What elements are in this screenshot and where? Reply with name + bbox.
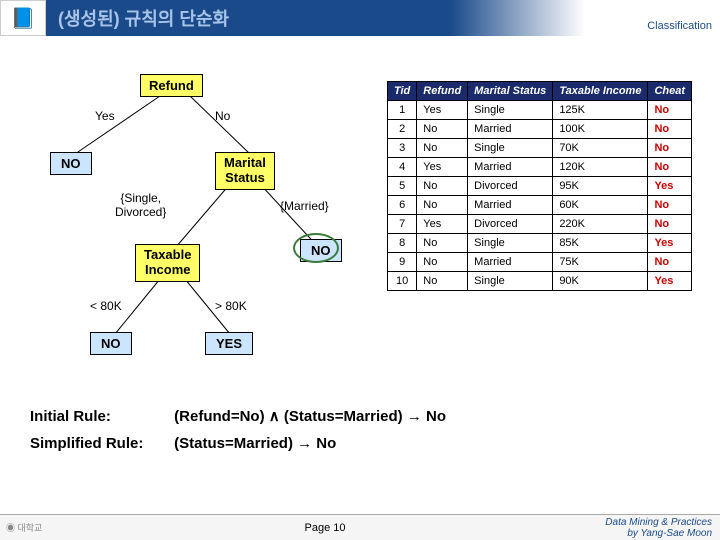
table-row: 1YesSingle125KNo bbox=[387, 101, 691, 120]
table-cell: Yes bbox=[417, 215, 468, 234]
table-cell: No bbox=[417, 139, 468, 158]
table-cell: 2 bbox=[387, 120, 416, 139]
edge-refund-no: No bbox=[215, 109, 230, 123]
table-cell: No bbox=[417, 177, 468, 196]
table-cell: Single bbox=[468, 101, 553, 120]
leaf-no-1: NO bbox=[50, 152, 92, 175]
table-row: 3NoSingle70KNo bbox=[387, 139, 691, 158]
slide-footer: ◉ 대학교 Page 10 Data Mining & Practices by… bbox=[0, 514, 720, 540]
table-cell: No bbox=[417, 120, 468, 139]
table-cell: 10 bbox=[387, 272, 416, 291]
table-row: 7YesDivorced220KNo bbox=[387, 215, 691, 234]
table-row: 10NoSingle90KYes bbox=[387, 272, 691, 291]
table-row: 6NoMarried60KNo bbox=[387, 196, 691, 215]
node-refund: Refund bbox=[140, 74, 203, 97]
table-cell: Married bbox=[468, 120, 553, 139]
node-marital: Marital Status bbox=[215, 152, 275, 190]
table-cell: Married bbox=[468, 158, 553, 177]
edge-married: {Married} bbox=[280, 199, 329, 213]
table-cell: 6 bbox=[387, 196, 416, 215]
table-cell: 100K bbox=[553, 120, 648, 139]
table-cell: 85K bbox=[553, 234, 648, 253]
node-taxable: Taxable Income bbox=[135, 244, 200, 282]
initial-rule-label: Initial Rule: bbox=[30, 408, 170, 425]
table-cell: No bbox=[648, 215, 692, 234]
th-tid: Tid bbox=[387, 82, 416, 101]
th-cheat: Cheat bbox=[648, 82, 692, 101]
table-cell: Yes bbox=[648, 177, 692, 196]
table-cell: 9 bbox=[387, 253, 416, 272]
table-cell: Single bbox=[468, 139, 553, 158]
table-cell: No bbox=[417, 272, 468, 291]
training-data-table: Tid Refund Marital Status Taxable Income… bbox=[387, 81, 692, 291]
simplified-rule-text: (Status=Married) → No bbox=[174, 435, 336, 452]
table-cell: 7 bbox=[387, 215, 416, 234]
edge-gt80k: > 80K bbox=[215, 299, 247, 313]
table-cell: Yes bbox=[648, 234, 692, 253]
edge-single-divorced: {Single, Divorced} bbox=[115, 192, 166, 220]
table-cell: No bbox=[648, 139, 692, 158]
initial-rule-text: (Refund=No) ∧ (Status=Married) → No bbox=[174, 408, 446, 425]
table-row: 2NoMarried100KNo bbox=[387, 120, 691, 139]
table-cell: 4 bbox=[387, 158, 416, 177]
table-cell: Married bbox=[468, 253, 553, 272]
table-cell: 220K bbox=[553, 215, 648, 234]
table-cell: 5 bbox=[387, 177, 416, 196]
table-header-row: Tid Refund Marital Status Taxable Income… bbox=[387, 82, 691, 101]
table-cell: Yes bbox=[648, 272, 692, 291]
slide-content: Refund Yes No NO Marital Status {Single,… bbox=[0, 36, 720, 496]
table-row: 5NoDivorced95KYes bbox=[387, 177, 691, 196]
circle-highlight bbox=[293, 233, 339, 263]
th-refund: Refund bbox=[417, 82, 468, 101]
footer-credit-2: by Yang-Sae Moon bbox=[580, 528, 712, 539]
leaf-yes: YES bbox=[205, 332, 253, 355]
table-cell: 90K bbox=[553, 272, 648, 291]
rules-section: Initial Rule: (Refund=No) ∧ (Status=Marr… bbox=[30, 407, 446, 462]
table-cell: Divorced bbox=[468, 177, 553, 196]
footer-logo: ◉ 대학교 bbox=[0, 521, 70, 534]
edge-refund-yes: Yes bbox=[95, 109, 115, 123]
th-income: Taxable Income bbox=[553, 82, 648, 101]
slide-header: 📘 (생성된) 규칙의 단순화 bbox=[0, 0, 720, 36]
footer-credit: Data Mining & Practices by Yang-Sae Moon bbox=[580, 517, 720, 539]
table-cell: No bbox=[648, 158, 692, 177]
table-cell: No bbox=[648, 253, 692, 272]
table-cell: No bbox=[648, 196, 692, 215]
table-cell: 1 bbox=[387, 101, 416, 120]
table-cell: No bbox=[417, 253, 468, 272]
slide-title: (생성된) 규칙의 단순화 bbox=[46, 0, 720, 36]
table-cell: No bbox=[417, 234, 468, 253]
table-cell: 75K bbox=[553, 253, 648, 272]
table-cell: Yes bbox=[417, 101, 468, 120]
table-cell: No bbox=[648, 120, 692, 139]
header-icon: 📘 bbox=[0, 0, 46, 36]
table-cell: 3 bbox=[387, 139, 416, 158]
table-cell: Divorced bbox=[468, 215, 553, 234]
table-cell: Married bbox=[468, 196, 553, 215]
footer-credit-1: Data Mining & Practices bbox=[580, 517, 712, 528]
header-category: Classification bbox=[647, 20, 712, 32]
table-row: 4YesMarried120KNo bbox=[387, 158, 691, 177]
table-cell: 95K bbox=[553, 177, 648, 196]
table-cell: Single bbox=[468, 272, 553, 291]
table-cell: 60K bbox=[553, 196, 648, 215]
decision-tree: Refund Yes No NO Marital Status {Single,… bbox=[20, 74, 360, 384]
table-cell: No bbox=[417, 196, 468, 215]
table-cell: Yes bbox=[417, 158, 468, 177]
simplified-rule-label: Simplified Rule: bbox=[30, 435, 170, 452]
leaf-no-3: NO bbox=[90, 332, 132, 355]
table-row: 8NoSingle85KYes bbox=[387, 234, 691, 253]
table-cell: No bbox=[648, 101, 692, 120]
footer-page: Page 10 bbox=[70, 522, 580, 534]
table-cell: 8 bbox=[387, 234, 416, 253]
table-cell: 120K bbox=[553, 158, 648, 177]
table-row: 9NoMarried75KNo bbox=[387, 253, 691, 272]
table-cell: 125K bbox=[553, 101, 648, 120]
edge-lt80k: < 80K bbox=[90, 299, 122, 313]
table-cell: 70K bbox=[553, 139, 648, 158]
th-marital: Marital Status bbox=[468, 82, 553, 101]
table-cell: Single bbox=[468, 234, 553, 253]
